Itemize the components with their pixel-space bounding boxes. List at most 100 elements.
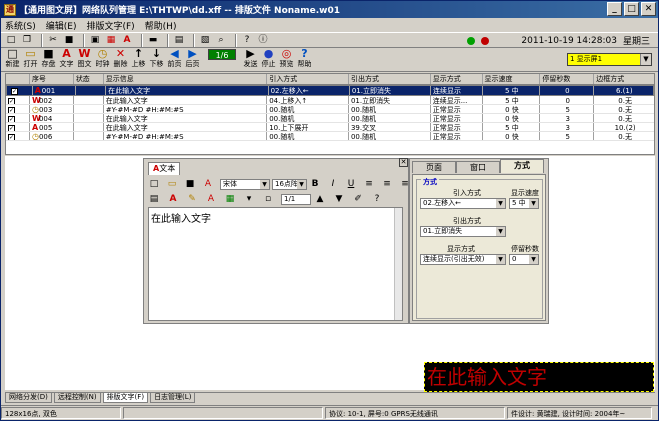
italic-icon[interactable]: I [327,178,339,190]
image-icon[interactable]: ▦ [224,193,236,205]
new-doc-icon[interactable]: □ [5,34,17,46]
copy-icon[interactable]: ❐ [21,34,33,46]
table-row[interactable]: ✓ ◷003 #Y-#M-#D #H:#M:#S 00.随机 00.随机 正常显示 0 快5… [6,105,654,114]
tab-layout-text[interactable]: 排版文字(F) [102,393,149,403]
save-icon[interactable]: ■ [63,34,75,46]
vertical-scrollbar[interactable] [394,208,402,320]
image-icon[interactable]: ▦ [105,34,117,46]
stop-button[interactable]: ● 停止 [260,48,277,69]
preview-button[interactable]: ◎ 预览 [278,48,295,69]
add-clock-button[interactable]: ◷ 时钟 [94,48,111,69]
open-button[interactable]: ▭ 打开 [22,48,39,69]
minimize-button[interactable]: _ [607,2,622,16]
close-button[interactable]: ✕ [641,2,656,16]
brush-icon[interactable]: ✐ [352,193,364,205]
paste-icon[interactable]: ▤ [148,193,160,205]
tools-icon[interactable]: ✂ [47,34,59,46]
table-row[interactable]: ✓ W004 在此输入文字 00.随机 00.随机 正常显示 0 快 3 0.无 [6,114,654,123]
col-stay[interactable]: 停留秒数 [540,74,595,84]
col-info[interactable]: 显示信息 [104,74,268,84]
col-mode[interactable]: 显示方式 [431,74,483,84]
menu-help[interactable]: 帮助(H) [145,19,177,32]
down-label: 下移 [149,60,164,68]
bold-icon[interactable]: B [309,178,321,190]
add-image-text-button[interactable]: W 图文 [76,48,93,69]
in-mode-select[interactable]: 02.左移入← ▼ [420,198,506,209]
row-checkbox[interactable]: ✓ [6,123,30,131]
move-down-button[interactable]: ↓ 下移 [148,48,165,69]
tab-page[interactable]: 页面 [412,161,456,173]
underline-icon[interactable]: U [345,178,357,190]
tab-network-distribution[interactable]: 网络分发(D) [5,393,52,403]
col-status[interactable]: 状态 [74,74,104,84]
row-checkbox[interactable]: ✓ [6,114,30,122]
cell-border: 10.(2) [614,124,636,131]
display-mode-select[interactable]: 连续显示(引出无效) ▼ [420,254,506,265]
save-icon[interactable]: ■ [184,178,196,190]
save-button[interactable]: ■ 存盘 [40,48,57,69]
menu-edit[interactable]: 编辑(E) [46,19,77,32]
arrow-down-icon[interactable]: ▼ [333,193,345,205]
close-icon[interactable]: ✕ [399,158,408,167]
row-checkbox[interactable]: ✓ [6,132,30,140]
cell-border: 6.(1) [615,87,633,95]
open-icon[interactable]: ▭ [166,178,178,190]
add-text-button[interactable]: A 文字 [58,48,75,69]
table-row[interactable]: ✓ A001 在此输入文字 02.左移入← 01.立即消失 连续显示 5 中 0 6.(1) [6,85,654,96]
delete-button[interactable]: ✕ 删除 [112,48,129,69]
col-border[interactable]: 边框方式 [594,74,654,84]
size-select[interactable]: 16点阵 ▼ [272,178,307,190]
row-checkbox[interactable]: ✓ [6,96,30,104]
highlight-icon[interactable]: ✎ [186,193,198,205]
out-mode-select[interactable]: 01.立即消失 ▼ [420,226,506,237]
help-icon[interactable]: ? [371,193,383,205]
speed-select[interactable]: 5 中 ▼ [509,198,539,209]
tab-remote-control[interactable]: 远程控制(N) [53,393,101,403]
row-checkbox[interactable]: ✓ [6,105,30,113]
new-icon[interactable]: □ [148,178,160,190]
font-select[interactable]: 宋体 ▼ [220,178,270,190]
search-icon[interactable]: ⌕ [215,34,227,46]
chevron-down-icon[interactable]: ▾ [243,193,255,205]
tab-text[interactable]: A文本 [148,162,181,175]
text-icon[interactable]: A [121,34,133,46]
stay-select[interactable]: 0 ▼ [509,254,539,265]
prev-page-button[interactable]: ◀ 前页 [166,48,183,69]
row-checkbox[interactable]: ✓ [9,86,33,95]
move-up-button[interactable]: ↑ 上移 [130,48,147,69]
help-icon[interactable]: ? [241,34,253,46]
col-in[interactable]: 引入方式 [267,74,349,84]
help-button[interactable]: ? 帮助 [296,48,313,69]
monitor-icon[interactable]: ▣ [89,34,101,46]
col-speed[interactable]: 显示速度 [483,74,541,84]
page-input[interactable]: 1/1 [281,193,311,205]
maximize-button[interactable]: □ [624,2,639,16]
align-left-icon[interactable]: ≡ [363,178,375,190]
send-button[interactable]: ▶ 发送 [242,48,259,69]
tab-log-management[interactable]: 日志管理(L) [150,393,196,403]
align-center-icon[interactable]: ≡ [381,178,393,190]
screen-select[interactable]: 1 显示屏1 ▼ [567,53,652,66]
new-button[interactable]: □ 新建 [4,48,21,69]
table-row[interactable]: ✓ A005 在此输入文字 10.上下展开 39.交叉 正常显示 5 中 3 10.(2) [6,123,654,132]
clock-icon: ◷ [97,47,108,60]
bg-color-icon[interactable]: A [205,193,217,205]
color-icon[interactable]: A [202,178,214,190]
tab-mode[interactable]: 方式 [500,159,544,173]
arrow-up-icon[interactable]: ▲ [314,193,326,205]
menu-system[interactable]: 系统(S) [5,19,36,32]
next-page-button[interactable]: ▶ 后页 [184,48,201,69]
col-out[interactable]: 引出方式 [349,74,431,84]
menu-layout-text[interactable]: 排版文字(F) [86,19,134,32]
about-icon[interactable]: ⓘ [257,34,269,46]
record-icon[interactable]: ▤ [173,34,185,46]
out-mode-label: 引出方式 [453,217,481,225]
col-id[interactable]: 序号 [30,74,74,84]
tab-window[interactable]: 窗口 [456,161,500,173]
table-row[interactable]: ✓ W002 在此输入文字 04.上移入↑ 01.立即消失 连续显示... 5 中 0 0.无 [6,96,654,105]
text-content-area[interactable]: 在此输入文字 [148,207,403,321]
font-color-icon[interactable]: A [167,193,179,205]
stop-icon[interactable]: ▬ [147,34,159,46]
network-icon[interactable]: ▧ [199,34,211,46]
table-row[interactable]: ✓ ◷006 #Y-#M-#D #H:#M:#S 00.随机 00.随机 正常显示 0 快5… [6,132,654,141]
